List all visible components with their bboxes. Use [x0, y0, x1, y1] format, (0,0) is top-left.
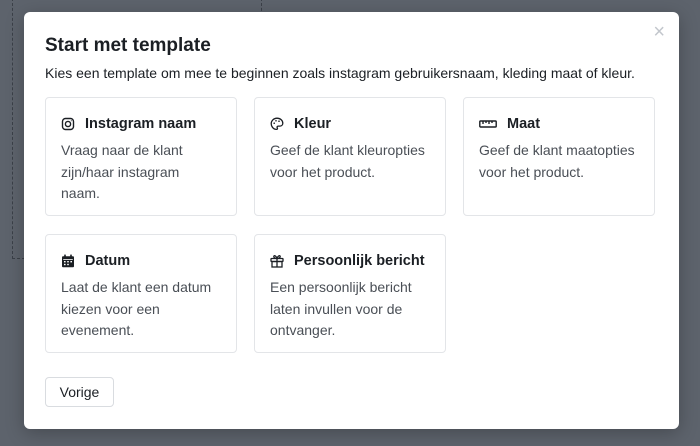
template-card-title: Datum — [85, 253, 131, 269]
modal-title: Start met template — [45, 35, 211, 56]
instagram-icon — [61, 117, 75, 131]
template-modal: × Start met template Kies een template o… — [24, 12, 679, 429]
template-card-persoonlijk-bericht[interactable]: Persoonlijk bericht Een persoonlijk beri… — [254, 234, 446, 353]
template-card-instagram[interactable]: Instagram naam Vraag naar de klant zijn/… — [45, 97, 237, 216]
template-card-description: Een persoonlijk bericht laten invullen v… — [270, 279, 412, 338]
palette-icon — [270, 117, 284, 131]
template-card-title: Persoonlijk bericht — [294, 253, 425, 269]
close-icon[interactable]: × — [653, 22, 665, 42]
template-card-datum[interactable]: Datum Laat de klant een datum kiezen voo… — [45, 234, 237, 353]
template-card-title: Kleur — [294, 116, 332, 132]
template-card-description: Vraag naar de klant zijn/haar instagram … — [61, 142, 183, 201]
ruler-icon — [479, 117, 497, 131]
template-card-title: Maat — [507, 116, 541, 132]
back-button[interactable]: Vorige — [45, 377, 114, 407]
template-card-description: Geef de klant kleuropties voor het produ… — [270, 142, 425, 180]
template-card-kleur[interactable]: Kleur Geef de klant kleuropties voor het… — [254, 97, 446, 216]
template-card-title: Instagram naam — [85, 116, 197, 132]
calendar-icon — [61, 254, 75, 268]
template-card-description: Geef de klant maatopties voor het produc… — [479, 142, 635, 180]
template-card-maat[interactable]: Maat Geef de klant maatopties voor het p… — [463, 97, 655, 216]
modal-subtitle: Kies een template om mee te beginnen zoa… — [45, 65, 635, 81]
template-card-description: Laat de klant een datum kiezen voor een … — [61, 279, 212, 338]
gift-icon — [270, 254, 284, 268]
